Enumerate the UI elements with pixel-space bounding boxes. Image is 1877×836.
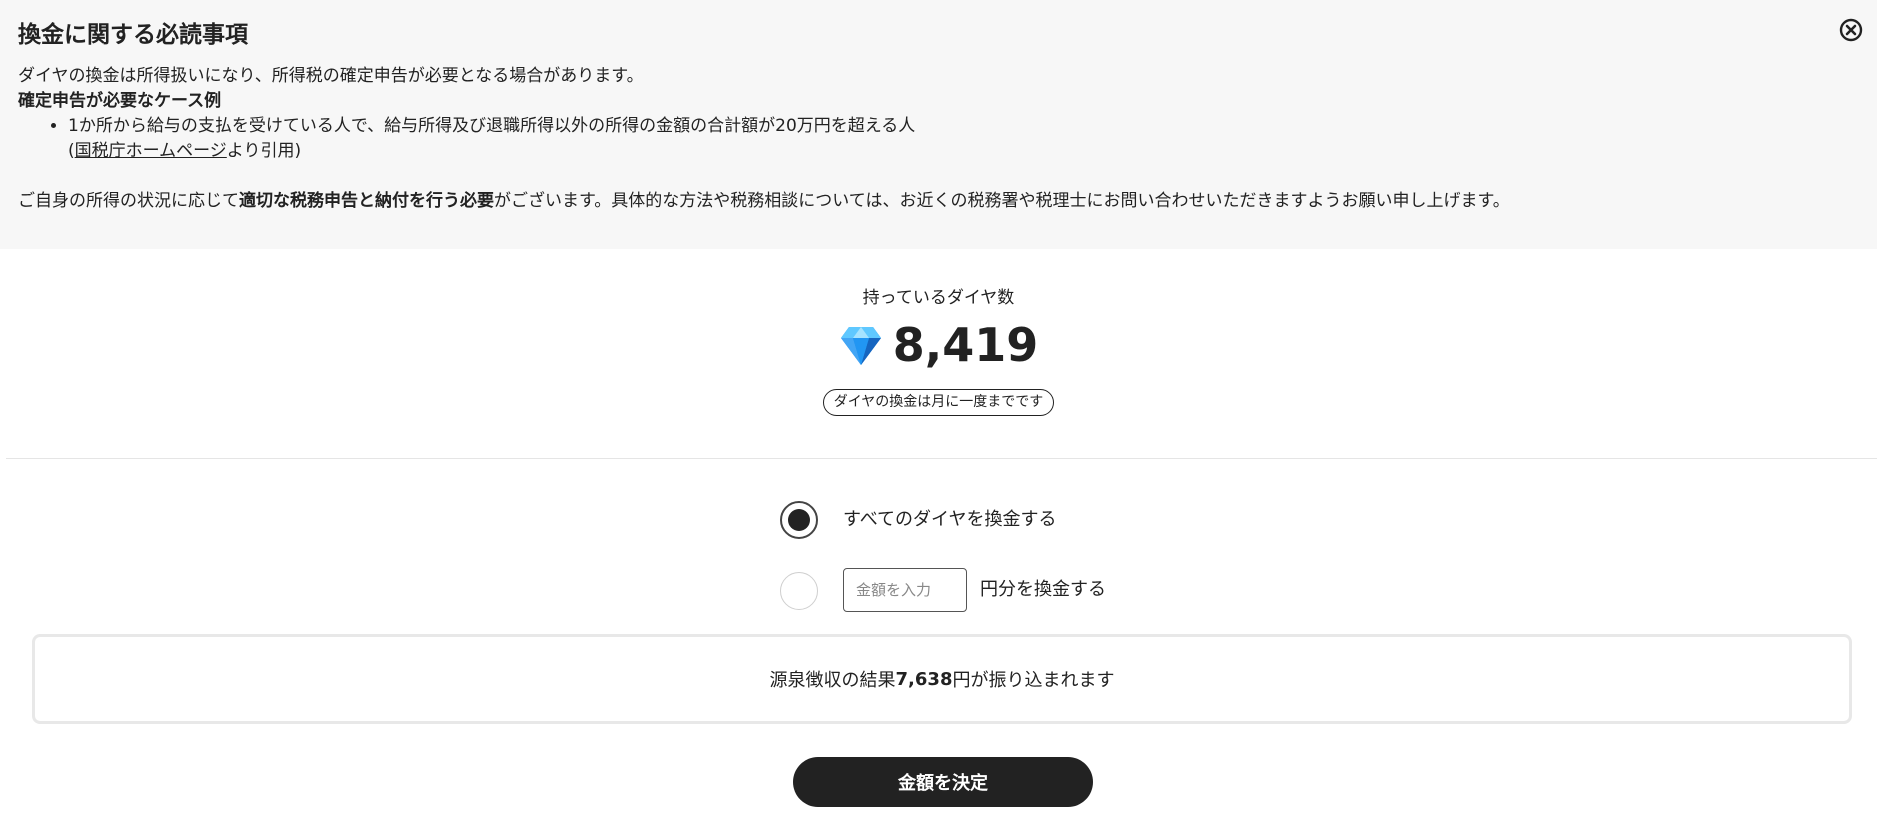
balance-label: 持っているダイヤ数 (862, 288, 1015, 308)
body-pre: ご自身の所得の状況に応じて (18, 191, 239, 211)
cite-close: より引用) (226, 141, 302, 161)
result-pre: 源泉徴収の結果 (769, 670, 896, 691)
radio-all-diamonds[interactable] (780, 501, 818, 539)
body-post: がございます。具体的な方法や税務相談については、お近くの税務署や税理士にお問い合… (494, 191, 1510, 211)
payout-result-box: 源泉徴収の結果 7,638 円が振り込まれます (32, 634, 1852, 724)
result-post: 円が振り込まれます (952, 670, 1115, 691)
notice-intro: ダイヤの換金は所得扱いになり、所得税の確定申告が必要となる場合があります。 (18, 66, 644, 86)
balance-row: 8,419 (0, 315, 1877, 375)
result-amount: 7,638 (895, 668, 953, 690)
amount-input[interactable] (843, 568, 967, 612)
monthly-limit-badge: ダイヤの換金は月に一度までです (822, 389, 1055, 416)
cite-open: ( (68, 141, 75, 161)
close-circle-icon[interactable] (1839, 18, 1863, 42)
notice-title: 換金に関する必読事項 (18, 22, 248, 48)
citation: (国税庁ホームページより引用) (18, 139, 1859, 164)
case-title: 確定申告が必要なケース例 (18, 91, 222, 111)
diamond-icon (840, 327, 881, 365)
nta-homepage-link[interactable]: 国税庁ホームページ (75, 141, 227, 161)
radio-custom-amount[interactable] (780, 572, 818, 610)
notice-body: ご自身の所得の状況に応じて適切な税務申告と納付を行う必要がございます。具体的な方… (18, 189, 1859, 214)
body-bold: 適切な税務申告と納付を行う必要 (239, 191, 494, 211)
option-all-label[interactable]: すべてのダイヤを換金する (843, 508, 1056, 532)
confirm-amount-button[interactable]: 金額を決定 (793, 757, 1093, 807)
balance-value: 8,419 (892, 318, 1039, 372)
case-item: 1か所から給与の支払を受けている人で、給与所得及び退職所得以外の所得の金額の合計… (68, 114, 1859, 139)
notice-panel: 換金に関する必読事項 ダイヤの換金は所得扱いになり、所得税の確定申告が必要となる… (0, 0, 1877, 249)
case-list: 1か所から給与の支払を受けている人で、給与所得及び退職所得以外の所得の金額の合計… (18, 114, 1859, 139)
balance-section: 持っているダイヤ数 8,419 ダイヤの換金は月に一度までです (0, 249, 1877, 458)
exchange-options: すべてのダイヤを換金する 円分を換金する (0, 459, 1877, 629)
option-amount-suffix: 円分を換金する (980, 579, 1106, 600)
